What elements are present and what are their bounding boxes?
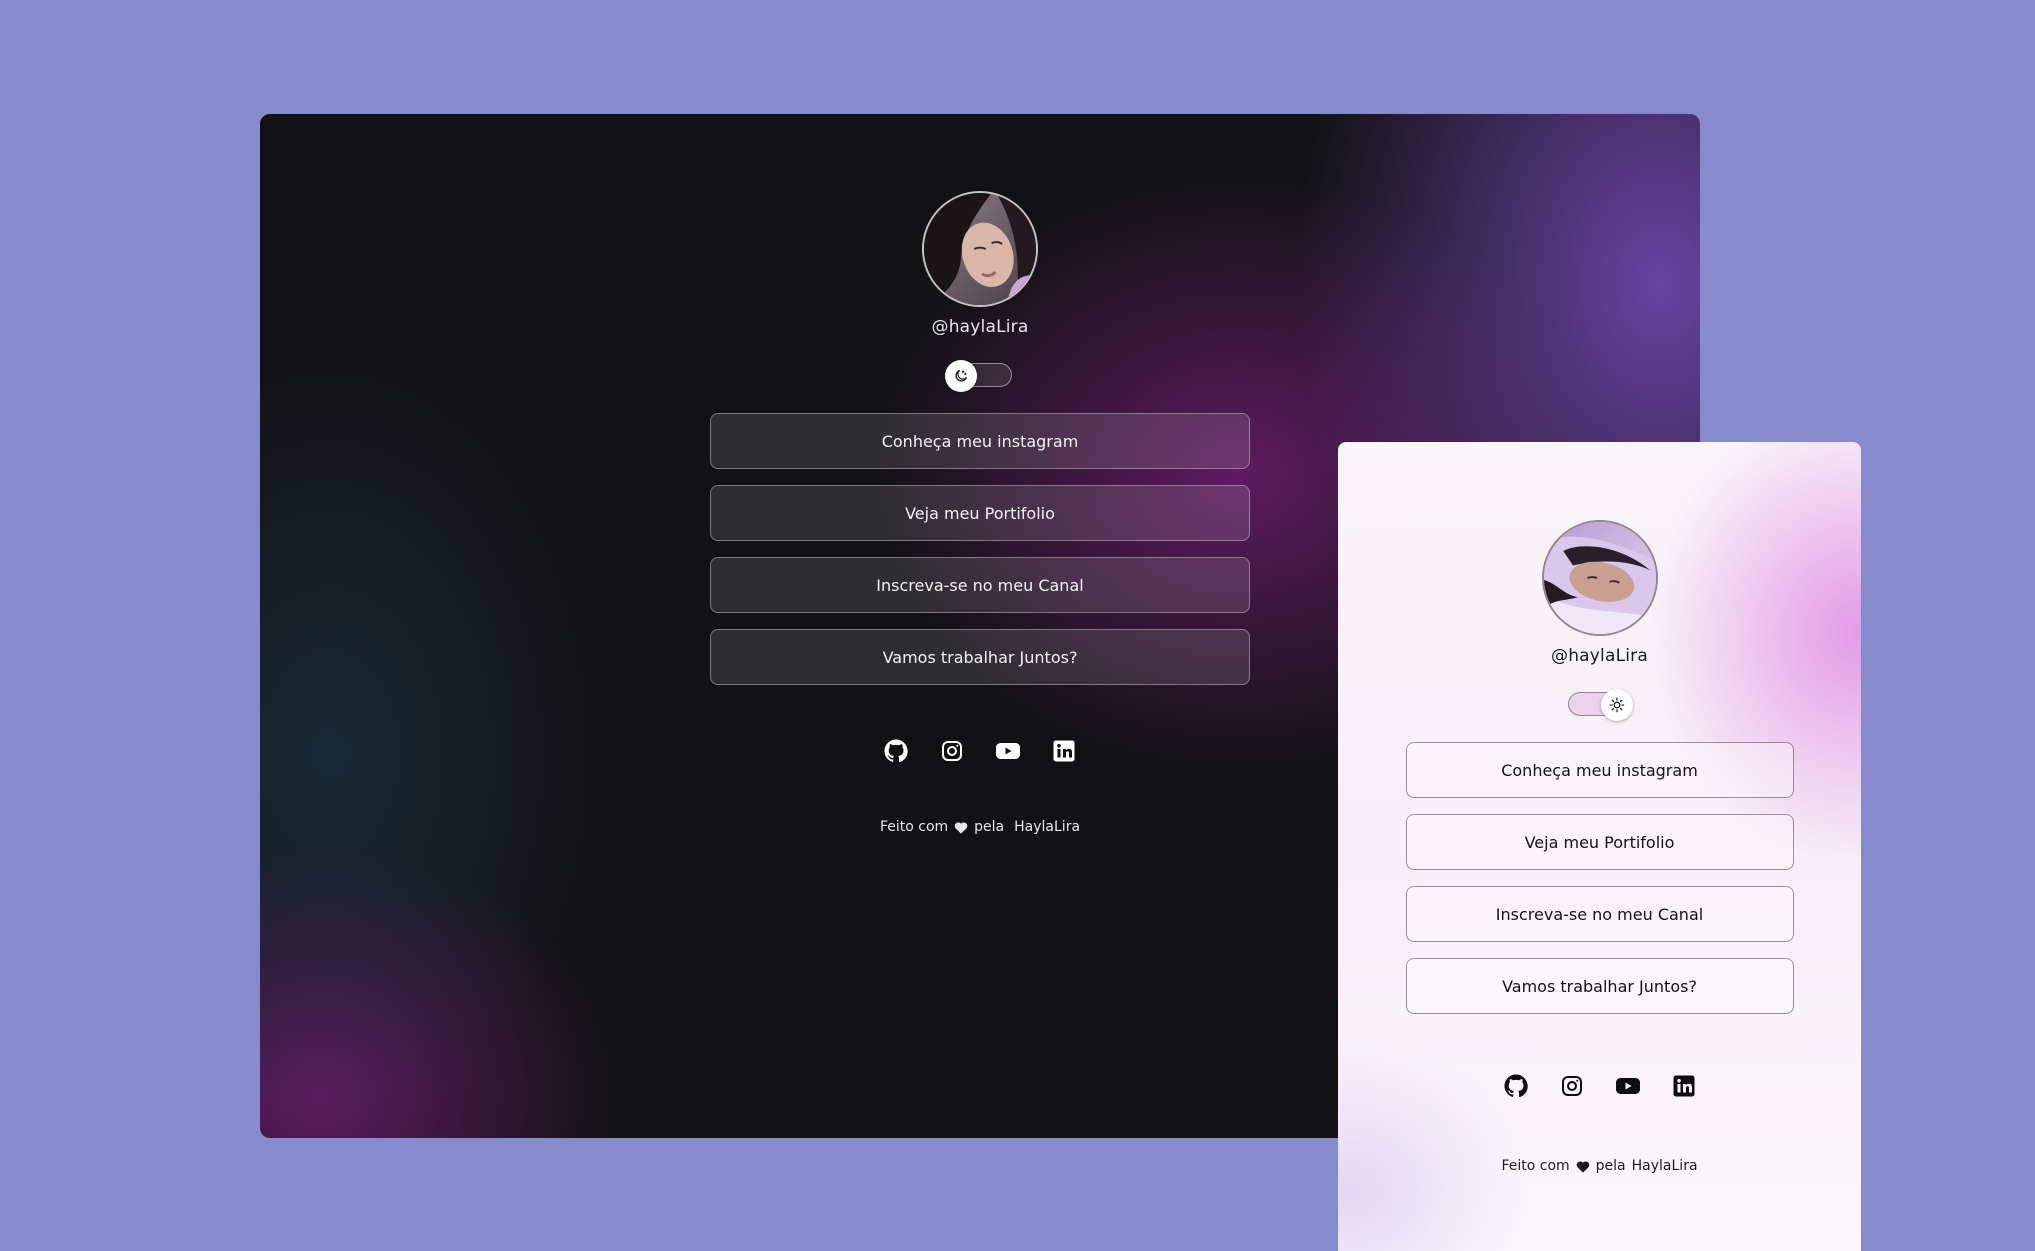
link-portfolio-button[interactable]: Veja meu Portifolio [1405, 814, 1794, 870]
link-portfolio-button[interactable]: Veja meu Portifolio [710, 485, 1250, 541]
footer-credit: Feito com pela HaylaLira [1501, 1158, 1698, 1174]
theme-toggle[interactable] [945, 360, 1012, 392]
heart-icon [1576, 1160, 1590, 1173]
footer-credit: Feito com pela HaylaLira [879, 819, 1081, 835]
link-list: Conheça meu instagram Veja meu Portifoli… [1405, 742, 1794, 1014]
link-channel-button[interactable]: Inscreva-se no meu Canal [710, 557, 1250, 613]
avatar [922, 191, 1038, 307]
profile-section: @haylaLira Conheça meu instagram Veja me… [710, 191, 1250, 835]
github-icon[interactable] [1500, 1070, 1532, 1102]
linkedin-icon[interactable] [1668, 1070, 1700, 1102]
avatar [1541, 520, 1658, 636]
link-work-together-button[interactable]: Vamos trabalhar Juntos? [1405, 958, 1794, 1014]
github-icon[interactable] [880, 735, 912, 767]
profile-handle: @haylaLira [931, 317, 1029, 337]
profile-handle: @haylaLira [1551, 646, 1648, 666]
link-list: Conheça meu instagram Veja meu Portifoli… [710, 413, 1250, 685]
youtube-icon[interactable] [992, 735, 1024, 767]
instagram-icon[interactable] [936, 735, 968, 767]
instagram-icon[interactable] [1556, 1070, 1588, 1102]
social-links [1500, 1070, 1700, 1102]
link-instagram-button[interactable]: Conheça meu instagram [1405, 742, 1794, 798]
showcase-stage: @haylaLira Conheça meu instagram Veja me… [0, 0, 2035, 1251]
link-channel-button[interactable]: Inscreva-se no meu Canal [1405, 886, 1794, 942]
link-instagram-button[interactable]: Conheça meu instagram [710, 413, 1250, 469]
theme-toggle[interactable] [1567, 689, 1633, 721]
moon-icon [955, 370, 967, 382]
sun-icon [1609, 697, 1624, 713]
toggle-knob[interactable] [945, 360, 977, 392]
social-links [880, 735, 1080, 767]
linkedin-icon[interactable] [1048, 735, 1080, 767]
toggle-knob[interactable] [1600, 689, 1633, 721]
link-work-together-button[interactable]: Vamos trabalhar Juntos? [710, 629, 1250, 685]
light-theme-preview: @haylaLira Conheça meu instagram Veja me… [1338, 442, 1861, 1251]
profile-section: @haylaLira Conheça meu instagram Veja me… [1405, 520, 1794, 1174]
youtube-icon[interactable] [1612, 1070, 1644, 1102]
heart-icon [954, 821, 968, 834]
